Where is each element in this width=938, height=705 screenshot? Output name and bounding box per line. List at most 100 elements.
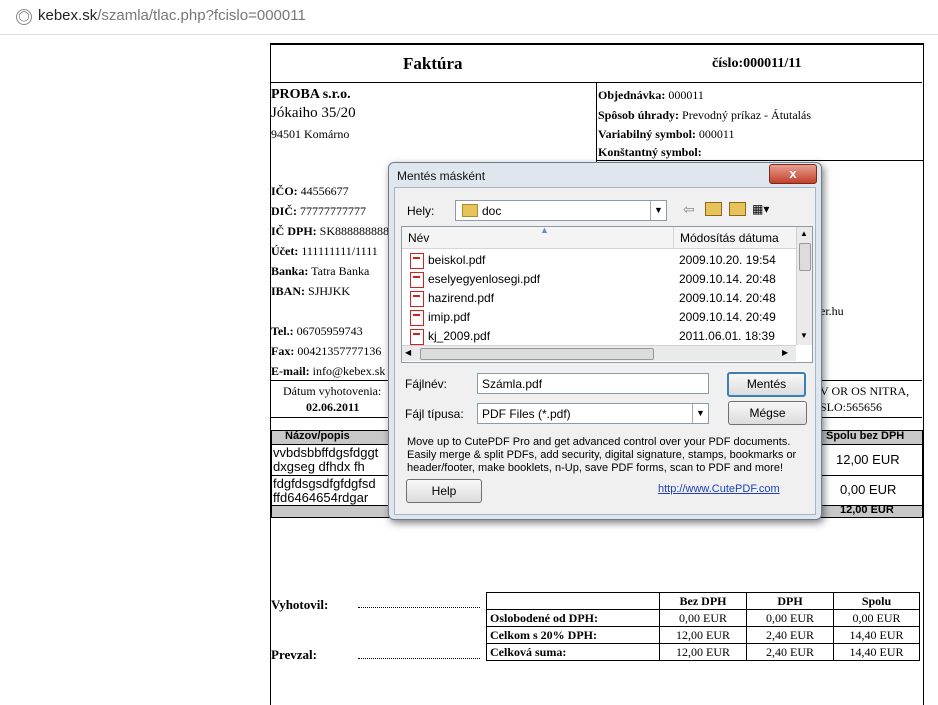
chevron-down-icon[interactable]: ▼ [650, 201, 666, 220]
filename-value: Számla.pdf [482, 377, 543, 391]
file-name: beiskol.pdf [428, 253, 486, 267]
column-name-header[interactable]: Név [408, 231, 429, 245]
summary-header-row: Bez DPH DPH Spolu [486, 592, 920, 610]
promo-text: Move up to CutePDF Pro and get advanced … [407, 436, 797, 474]
location-select[interactable]: doc ▼ [455, 200, 667, 221]
supplier-city: 94501 Komárno [271, 127, 350, 141]
banka-label: Banka: [271, 264, 309, 278]
dialog-close-button[interactable]: x [769, 164, 817, 184]
view-menu-icon[interactable]: ▦▾ [752, 202, 769, 216]
address-bar[interactable]: ◯ kebex.sk/szamla/tlac.php?fcislo=000011 [0, 0, 938, 35]
summary-row-dph: 2,40 EUR [746, 626, 834, 644]
datum-label: Dátum vyhotovenia: [283, 384, 382, 398]
vertical-scrollbar[interactable]: ▲ ▼ [796, 227, 812, 345]
folder-icon [462, 204, 478, 217]
summary-row-label: Celkom s 20% DPH: [486, 626, 660, 644]
supplier-name: PROBA s.r.o. [271, 87, 351, 102]
supplier-street: Jókaiho 35/20 [271, 105, 356, 121]
dialog-title: Mentés másként [397, 169, 486, 183]
column-date-header[interactable]: Módosítás dátuma [680, 231, 779, 245]
summary-row-dph: 2,40 EUR [746, 643, 834, 661]
file-date: 2009.10.14. 20:48 [679, 272, 776, 286]
file-list[interactable]: Név ▲ Módosítás dátuma beiskol.pdf 2009.1… [401, 226, 813, 363]
summary-header-spolu: Spolu [833, 592, 920, 610]
summary-row-spolu: 14,40 EUR [833, 626, 920, 644]
scroll-right-icon[interactable]: ▶ [782, 348, 788, 357]
scroll-thumb[interactable] [799, 243, 811, 271]
objednavka-row: Objednávka: 000011 [598, 88, 704, 103]
url-text[interactable]: kebex.sk/szamla/tlac.php?fcislo=000011 [38, 7, 306, 24]
scroll-down-icon[interactable]: ▼ [800, 331, 808, 340]
dic-label: DIČ: [271, 204, 297, 218]
file-row[interactable]: kj_2009.pdf 2011.06.01. 18:39 [406, 327, 791, 346]
items-header-total: Spolu bez DPH [826, 430, 905, 442]
summary-row-bez: 12,00 EUR [659, 626, 747, 644]
scroll-left-icon[interactable]: ◀ [405, 348, 411, 357]
summary-row-bez: 0,00 EUR [659, 609, 747, 627]
tel-row: Tel.: 06705959743 [271, 324, 363, 339]
file-name: eselyegyenlosegi.pdf [428, 272, 541, 286]
chevron-down-icon[interactable]: ▼ [692, 404, 708, 423]
prevzal-line [358, 657, 480, 659]
summary-header-bez: Bez DPH [659, 592, 747, 610]
variabilny-label: Variabilný symbol: [598, 127, 696, 141]
new-folder-icon[interactable] [729, 202, 746, 216]
icdph-value: SK8888888888 [319, 224, 396, 238]
fax-label: Fax: [271, 344, 295, 358]
sposob-label: Spôsob úhrady: [598, 108, 680, 122]
back-icon[interactable]: ⇦ [683, 201, 695, 218]
dic-value: 77777777777 [300, 204, 366, 218]
invoice-title: Faktúra [403, 54, 463, 73]
summary-row: Oslobodené od DPH: 0,00 EUR 0,00 EUR 0,0… [486, 609, 920, 627]
variabilny-row: Variabilný symbol: 000011 [598, 127, 734, 142]
help-button[interactable]: Help [406, 479, 482, 503]
filename-label: Fájlnév: [405, 377, 448, 391]
summary-header-dph: DPH [746, 592, 834, 610]
email-value: info@kebex.sk [312, 364, 386, 378]
vlozka-text: SLO:565656 [820, 400, 883, 414]
horizontal-scrollbar[interactable]: ◀ ▶ [402, 345, 796, 361]
konstantny-label: Konštantný symbol: [598, 145, 702, 159]
sort-arrow-icon: ▲ [540, 226, 549, 235]
item-2-total: 0,00 EUR [840, 482, 897, 497]
sposob-value: Prevodný príkaz - Átutalás [682, 108, 812, 122]
file-date: 2011.06.01. 18:39 [679, 329, 775, 343]
vyhotovil-label: Vyhotovil: [271, 597, 329, 612]
hscroll-thumb[interactable] [420, 348, 654, 360]
file-row[interactable]: eselyegyenlosegi.pdf 2009.10.14. 20:48 [406, 270, 791, 289]
file-row[interactable]: imip.pdf 2009.10.14. 20:49 [406, 308, 791, 327]
filetype-select[interactable]: PDF Files (*.pdf) ▼ [477, 403, 709, 424]
summary-header-blank [486, 592, 660, 610]
ico-row: IČO: 44556677 [271, 184, 349, 199]
up-folder-icon[interactable] [705, 202, 722, 216]
email-row: E-mail: info@kebex.sk [271, 364, 385, 379]
pdf-file-icon [410, 253, 424, 269]
pdf-file-icon [410, 329, 424, 345]
email-label: E-mail: [271, 364, 310, 378]
icdph-label: IČ DPH: [271, 224, 317, 238]
file-row[interactable]: hazirend.pdf 2009.10.14. 20:48 [406, 289, 791, 308]
datum-value: 02.06.2011 [306, 400, 360, 414]
tel-value: 06705959743 [296, 324, 363, 338]
variabilny-value: 000011 [698, 127, 735, 141]
prevzal-label: Prevzal: [271, 647, 317, 662]
summary-row-bez: 12,00 EUR [659, 643, 747, 661]
items-header-name: Názov/popis [285, 430, 350, 442]
summary-row-dph: 0,00 EUR [746, 609, 834, 627]
ucet-row: Účet: 111111111/1111 [271, 244, 378, 259]
save-button[interactable]: Mentés [727, 372, 806, 397]
court-text: V OR OS NITRA, [820, 384, 910, 398]
item-2-line1: fdgfdsgsdfgfdgfsd [273, 476, 376, 491]
pdf-file-icon [410, 310, 424, 326]
banka-value: Tatra Banka [311, 264, 370, 278]
filename-input[interactable]: Számla.pdf [477, 373, 709, 394]
summary-row-label: Celková suma: [486, 643, 660, 661]
file-row[interactable]: beiskol.pdf 2009.10.20. 19:54 [406, 251, 791, 270]
scroll-up-icon[interactable]: ▲ [800, 229, 808, 238]
banka-row: Banka: Tatra Banka [271, 264, 369, 279]
file-name: kj_2009.pdf [428, 329, 491, 343]
cutepdf-link[interactable]: http://www.CutePDF.com [658, 483, 780, 495]
column-divider [673, 227, 674, 248]
iban-label: IBAN: [271, 284, 306, 298]
cancel-button[interactable]: Mégse [728, 401, 807, 425]
